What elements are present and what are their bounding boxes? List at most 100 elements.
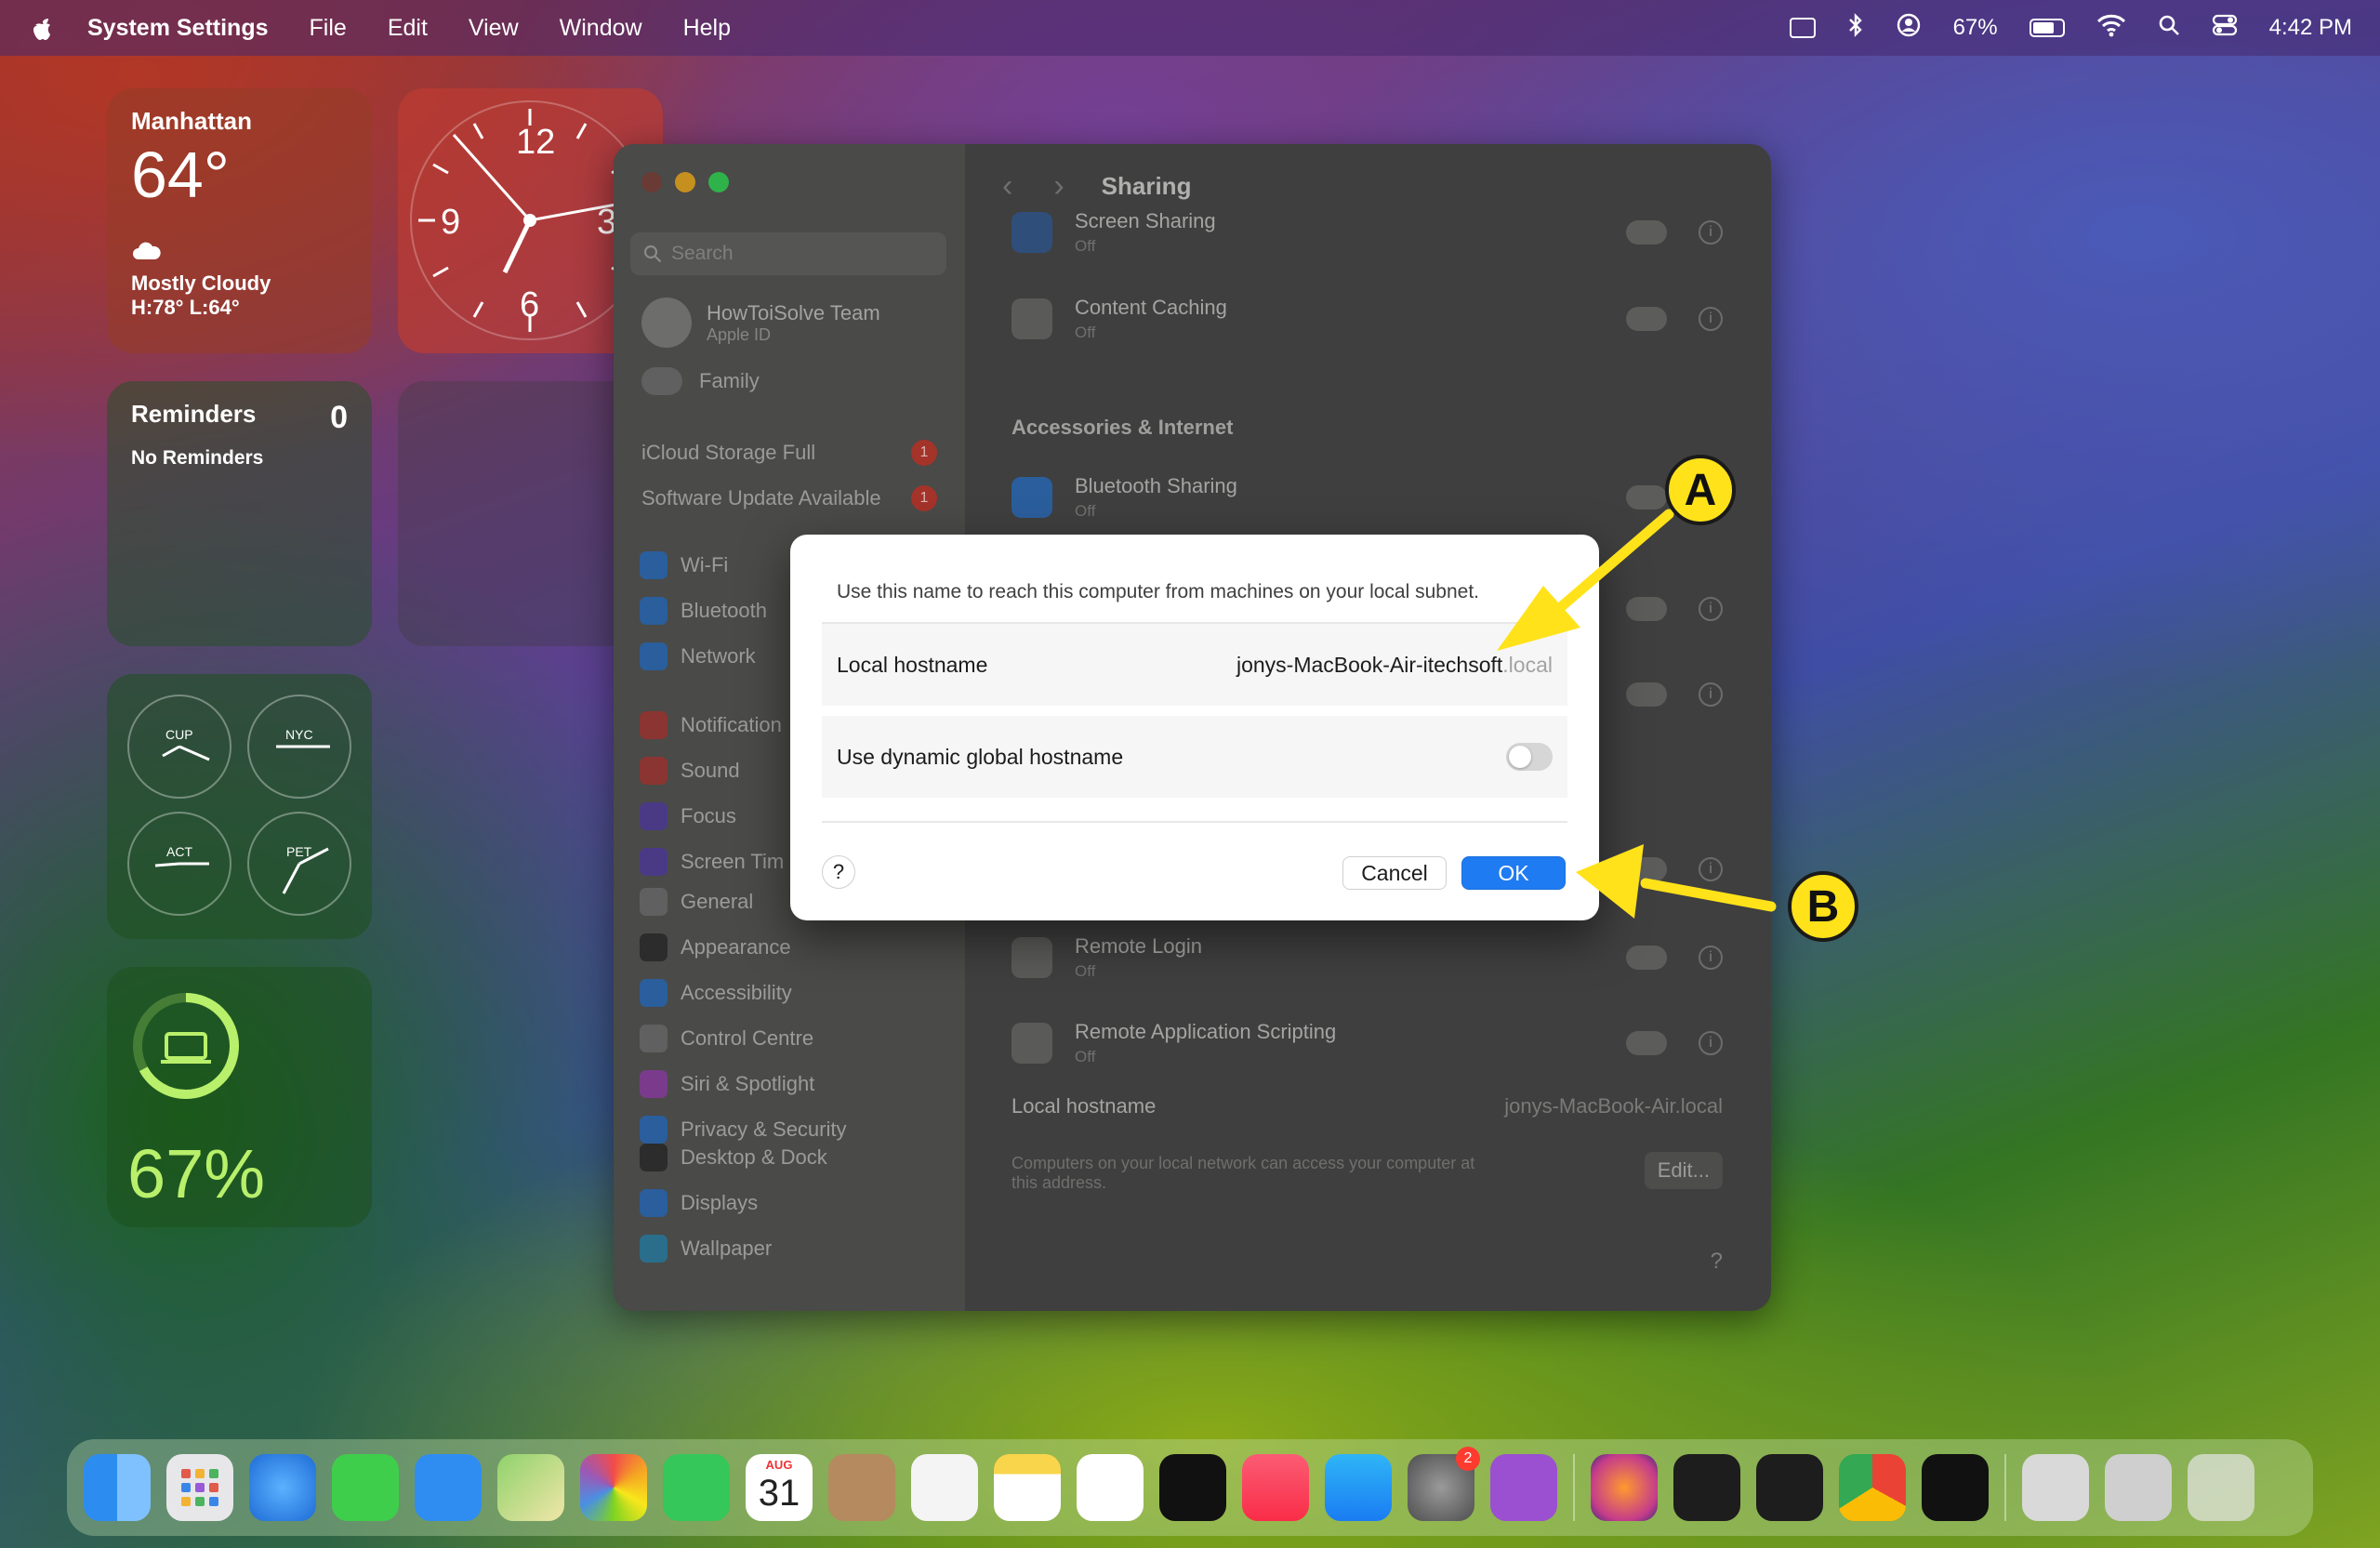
sidebar-item-software-update[interactable]: Software Update Available 1 — [641, 485, 937, 511]
bluetooth-sharing-toggle[interactable] — [1626, 485, 1667, 509]
apple-menu-icon[interactable] — [30, 14, 56, 42]
apple-id-account[interactable]: HowToiSolve Team Apple ID — [641, 298, 880, 348]
back-chevron-icon[interactable]: ‹ — [1002, 168, 1012, 205]
menu-window[interactable]: Window — [560, 15, 642, 42]
zoom-button[interactable] — [708, 172, 729, 192]
chrome-icon[interactable] — [1839, 1454, 1906, 1521]
search-placeholder: Search — [671, 243, 734, 264]
bluetooth-icon[interactable] — [1847, 12, 1864, 45]
pane-help-button[interactable]: ? — [1711, 1249, 1723, 1275]
info-icon[interactable]: i — [1699, 1031, 1723, 1055]
reminders-icon[interactable] — [911, 1454, 978, 1521]
facetime-icon[interactable] — [663, 1454, 730, 1521]
sidebar-item-screen-time[interactable]: Screen Tim — [640, 839, 784, 884]
reminders-widget[interactable]: Reminders 0 No Reminders — [107, 381, 372, 646]
feedback-assistant-icon[interactable] — [1490, 1454, 1557, 1521]
battery-icon[interactable] — [2029, 19, 2065, 37]
notice-label: iCloud Storage Full — [641, 441, 816, 464]
spotlight-search-icon[interactable] — [2158, 14, 2180, 43]
avatar — [641, 298, 692, 348]
sidebar-item-accessibility[interactable]: Accessibility — [640, 970, 847, 1015]
toggle[interactable] — [1626, 597, 1667, 621]
family-icon — [641, 367, 682, 395]
menu-help[interactable]: Help — [683, 15, 731, 42]
remote-login-toggle[interactable] — [1626, 946, 1667, 970]
photos-icon[interactable] — [580, 1454, 647, 1521]
sidebar-search-field[interactable]: Search — [630, 232, 946, 275]
account-subtitle: Apple ID — [707, 324, 772, 344]
system-settings-icon[interactable]: 2 — [1408, 1447, 1480, 1521]
audio-app-icon[interactable] — [1756, 1454, 1823, 1521]
launchpad-icon[interactable] — [166, 1454, 233, 1521]
app-store-icon[interactable] — [1325, 1454, 1392, 1521]
world-clock-label-pet: PET — [286, 844, 312, 859]
toggle[interactable] — [1626, 682, 1667, 707]
sidebar-item-appearance[interactable]: Appearance — [640, 924, 847, 970]
sidebar-item-wallpaper[interactable]: Wallpaper — [640, 1225, 827, 1271]
world-clock-widget[interactable]: CUP NYC ACT PET — [107, 674, 372, 939]
battery-widget[interactable]: 67% — [107, 967, 372, 1227]
dynamic-hostname-row: Use dynamic global hostname — [822, 716, 1567, 798]
sidebar-item-icloud-storage[interactable]: iCloud Storage Full 1 — [641, 440, 937, 466]
contacts-icon[interactable] — [828, 1454, 895, 1521]
freeform-icon[interactable] — [1077, 1454, 1144, 1521]
info-icon[interactable]: i — [1699, 307, 1723, 331]
finder-icon[interactable] — [84, 1454, 151, 1521]
sidebar-item-notifications[interactable]: Notification — [640, 702, 784, 748]
trash-icon[interactable] — [2188, 1454, 2254, 1521]
user-icon[interactable] — [1896, 12, 1922, 45]
menu-file[interactable]: File — [310, 15, 347, 42]
maps-icon[interactable] — [497, 1454, 564, 1521]
activity-monitor-icon[interactable] — [1673, 1454, 1740, 1521]
calendar-icon[interactable]: AUG 31 — [746, 1454, 813, 1521]
notes-icon[interactable] — [994, 1454, 1061, 1521]
terminal-icon[interactable] — [1922, 1454, 1989, 1521]
forward-chevron-icon[interactable]: › — [1053, 168, 1064, 205]
screen-sharing-toggle[interactable] — [1626, 220, 1667, 245]
sidebar-item-sound[interactable]: Sound — [640, 748, 784, 793]
sidebar-item-bluetooth[interactable]: Bluetooth — [640, 588, 767, 633]
menu-edit[interactable]: Edit — [388, 15, 428, 42]
documents-stack-icon[interactable] — [2105, 1454, 2172, 1521]
menu-view[interactable]: View — [469, 15, 519, 42]
remote-app-scripting-toggle[interactable] — [1626, 1031, 1667, 1055]
dialog-help-button[interactable]: ? — [822, 855, 855, 889]
control-centre-icon[interactable] — [2212, 14, 2238, 43]
sidebar-item-family[interactable]: Family — [641, 367, 760, 395]
info-icon[interactable]: i — [1699, 682, 1723, 707]
footer-hostname-value: jonys-MacBook-Air.local — [1504, 1094, 1723, 1118]
content-caching-toggle[interactable] — [1626, 307, 1667, 331]
sidebar-item-wifi[interactable]: Wi-Fi — [640, 542, 767, 588]
sidebar-item-desktop-dock[interactable]: Desktop & Dock — [640, 1134, 827, 1180]
menu-app-name[interactable]: System Settings — [87, 15, 269, 42]
info-icon[interactable]: i — [1699, 857, 1723, 881]
firefox-icon[interactable] — [1591, 1454, 1658, 1521]
cancel-button[interactable]: Cancel — [1342, 856, 1447, 890]
menu-clock[interactable]: 4:42 PM — [2269, 15, 2352, 41]
minimize-button[interactable] — [675, 172, 695, 192]
downloads-stack-icon[interactable] — [2022, 1454, 2089, 1521]
mail-icon[interactable] — [415, 1454, 482, 1521]
weather-widget[interactable]: Manhattan 64° Mostly Cloudy H:78° L:64° — [107, 88, 372, 353]
toggle[interactable] — [1626, 857, 1667, 881]
close-button[interactable] — [641, 172, 662, 192]
sidebar-item-network[interactable]: Network — [640, 633, 767, 679]
local-hostname-field[interactable]: jonys-MacBook-Air-itechsoft.local — [1236, 653, 1553, 678]
info-icon[interactable]: i — [1699, 597, 1723, 621]
edit-hostname-button[interactable]: Edit... — [1644, 1152, 1723, 1189]
ok-button[interactable]: OK — [1461, 856, 1566, 890]
display-menu-icon[interactable] — [1789, 18, 1816, 38]
info-icon[interactable]: i — [1699, 220, 1723, 245]
wifi-icon[interactable] — [2096, 13, 2126, 44]
weather-temp: 64° — [131, 139, 230, 211]
info-icon[interactable]: i — [1699, 946, 1723, 970]
messages-icon[interactable] — [332, 1454, 399, 1521]
apple-tv-icon[interactable] — [1159, 1454, 1226, 1521]
safari-icon[interactable] — [249, 1454, 316, 1521]
dynamic-hostname-toggle[interactable] — [1506, 743, 1553, 771]
music-icon[interactable] — [1242, 1454, 1309, 1521]
sidebar-item-siri-spotlight[interactable]: Siri & Spotlight — [640, 1061, 847, 1106]
sidebar-item-control-centre[interactable]: Control Centre — [640, 1015, 847, 1061]
sidebar-item-displays[interactable]: Displays — [640, 1180, 827, 1225]
sidebar-item-focus[interactable]: Focus — [640, 793, 784, 839]
